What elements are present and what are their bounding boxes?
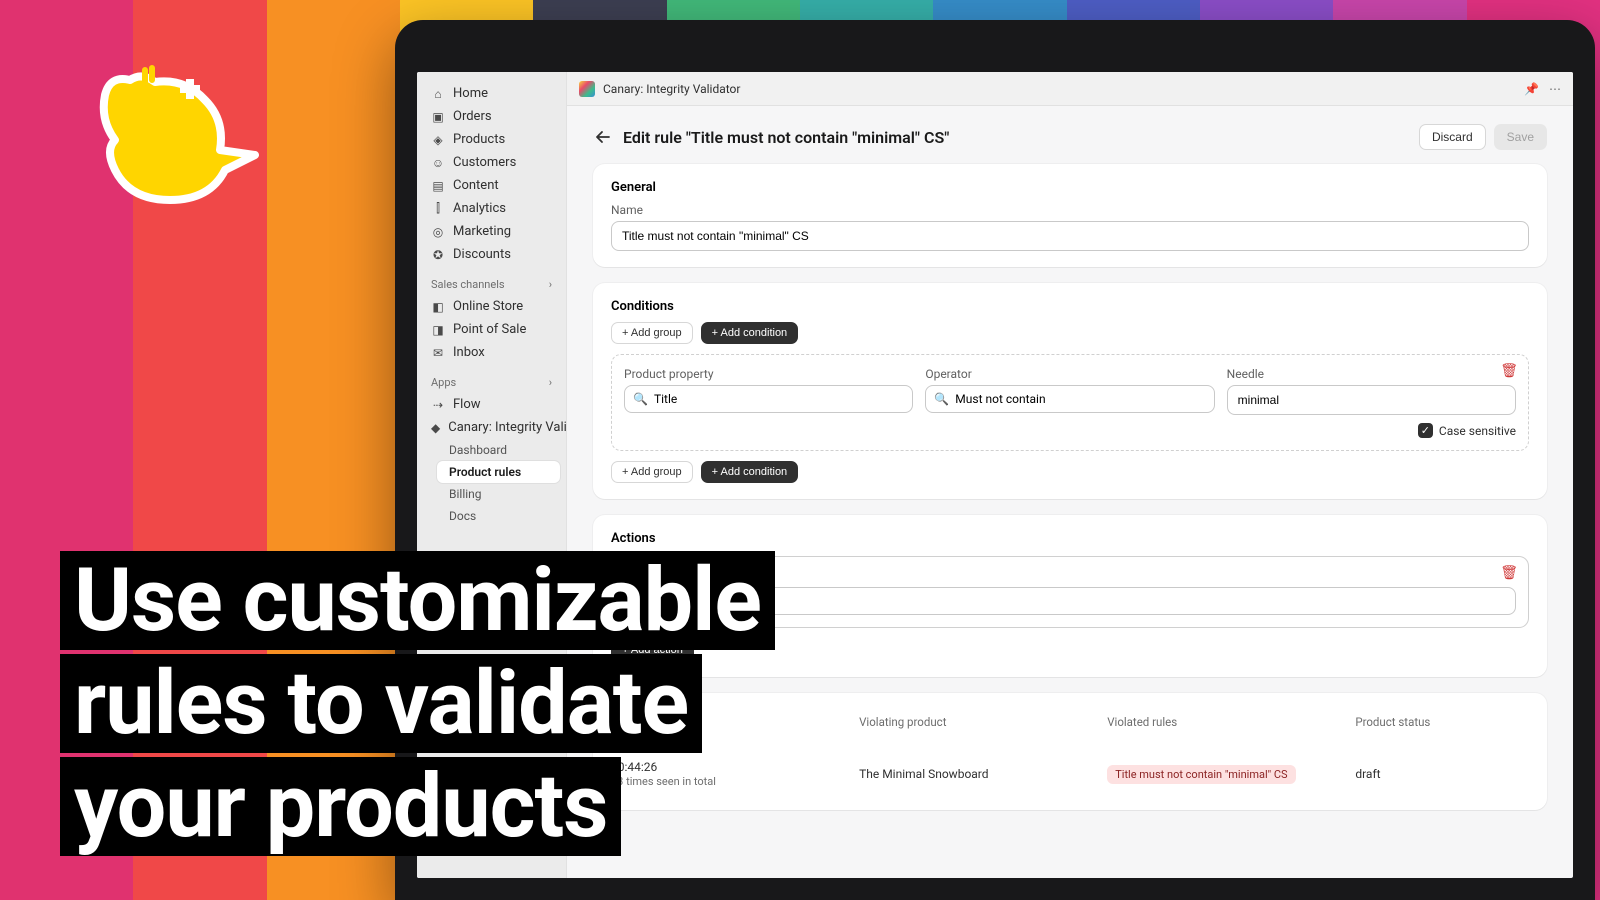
general-heading: General <box>611 180 1529 195</box>
nav-point-of-sale[interactable]: ◨ Point of Sale <box>423 318 560 341</box>
nav-label: Home <box>453 86 488 101</box>
nav-label: Content <box>453 178 499 193</box>
nav-label: Canary: Integrity Validator <box>448 420 567 435</box>
search-icon: 🔍 <box>633 392 648 406</box>
nav-icon: ◨ <box>431 323 445 337</box>
product-property-label: Product property <box>624 367 913 381</box>
nav-icon: ✉ <box>431 346 445 360</box>
app-icon <box>579 81 595 97</box>
nav-inbox[interactable]: ✉ Inbox <box>423 341 560 364</box>
conditions-heading: Conditions <box>611 299 1529 314</box>
rule-name-input[interactable] <box>611 221 1529 251</box>
nav-icon: ⇢ <box>431 398 445 412</box>
add-group-button[interactable]: + Add group <box>611 322 693 344</box>
subnav-product-rules[interactable]: Product rules <box>437 461 560 483</box>
operator-select[interactable]: 🔍 Must not contain <box>925 385 1214 413</box>
nav-flow[interactable]: ⇢ Flow <box>423 393 560 416</box>
page-title: Edit rule "Title must not contain "minim… <box>623 128 949 147</box>
nav-label: Orders <box>453 109 492 124</box>
needle-input[interactable] <box>1227 385 1516 415</box>
needle-label: Needle <box>1227 367 1516 381</box>
add-group-button-2[interactable]: + Add group <box>611 461 693 483</box>
violated-rule-badge: Title must not contain "minimal" CS <box>1107 765 1295 784</box>
add-condition-button[interactable]: + Add condition <box>701 322 799 344</box>
app-name: Canary: Integrity Validator <box>603 82 740 96</box>
name-label: Name <box>611 203 1529 217</box>
marketing-headline: Use customizable rules to validate your … <box>60 551 775 860</box>
delete-action-icon[interactable]: 🗑 <box>1500 565 1518 581</box>
search-icon: 🔍 <box>934 392 949 406</box>
nav-label: Inbox <box>453 345 485 360</box>
nav-label: Online Store <box>453 299 523 314</box>
chevron-right-icon: › <box>549 376 552 389</box>
canary-bird-logo <box>60 40 260 240</box>
case-sensitive-checkbox[interactable]: ✓ <box>1418 423 1433 438</box>
nav-icon: ▣ <box>431 110 445 124</box>
nav-label: Point of Sale <box>453 322 526 337</box>
subnav-billing[interactable]: Billing <box>437 483 560 505</box>
nav-label: Products <box>453 132 505 147</box>
operator-label: Operator <box>925 367 1214 381</box>
back-button[interactable] <box>593 127 613 147</box>
chevron-right-icon: › <box>549 278 552 291</box>
save-button[interactable]: Save <box>1494 124 1547 150</box>
nav-home[interactable]: ⌂ Home <box>423 82 560 105</box>
nav-online-store[interactable]: ◧ Online Store <box>423 295 560 318</box>
product-property-select[interactable]: 🔍 Title <box>624 385 913 413</box>
delete-condition-icon[interactable]: 🗑 <box>1500 363 1518 379</box>
nav-icon: ☺ <box>431 156 445 170</box>
col-violated-rules: Violated rules <box>1107 715 1355 729</box>
actions-heading: Actions <box>611 531 1529 546</box>
nav-discounts[interactable]: ✪ Discounts <box>423 243 560 266</box>
nav-products[interactable]: ◈ Products <box>423 128 560 151</box>
subnav-dashboard[interactable]: Dashboard <box>437 439 560 461</box>
pin-icon[interactable]: 📌 <box>1524 82 1539 96</box>
col-product-status: Product status <box>1355 715 1529 729</box>
general-card: General Name <box>593 164 1547 267</box>
nav-content[interactable]: ▤ Content <box>423 174 560 197</box>
apps-header[interactable]: Apps › <box>423 372 560 393</box>
discard-button[interactable]: Discard <box>1419 124 1486 150</box>
more-icon[interactable]: ⋯ <box>1549 82 1561 96</box>
case-sensitive-label: Case sensitive <box>1439 424 1516 438</box>
nav-icon: ◈ <box>431 133 445 147</box>
col-violating-product: Violating product <box>859 715 1107 729</box>
nav-icon: ✪ <box>431 248 445 262</box>
nav-icon: ◧ <box>431 300 445 314</box>
nav-icon: ◎ <box>431 225 445 239</box>
nav-icon: ⫿ <box>431 202 445 216</box>
subnav-docs[interactable]: Docs <box>437 505 560 527</box>
nav-label: Analytics <box>453 201 506 216</box>
conditions-card: Conditions + Add group + Add condition 🗑… <box>593 283 1547 499</box>
violating-product: The Minimal Snowboard <box>859 767 1107 781</box>
nav-label: Marketing <box>453 224 511 239</box>
product-status: draft <box>1355 767 1529 781</box>
nav-icon: ⌂ <box>431 87 445 101</box>
add-condition-button-2[interactable]: + Add condition <box>701 461 799 483</box>
nav-marketing[interactable]: ◎ Marketing <box>423 220 560 243</box>
nav-icon: ▤ <box>431 179 445 193</box>
nav-label: Discounts <box>453 247 511 262</box>
nav-label: Flow <box>453 397 481 412</box>
nav-canary-integrity-validator[interactable]: ◆Canary: Integrity Validator <box>423 416 560 439</box>
app-topbar: Canary: Integrity Validator 📌 ⋯ <box>567 72 1573 106</box>
sales-channels-header[interactable]: Sales channels › <box>423 274 560 295</box>
nav-analytics[interactable]: ⫿ Analytics <box>423 197 560 220</box>
condition-group: 🗑 Product property 🔍 Title Operator <box>611 354 1529 451</box>
nav-orders[interactable]: ▣ Orders <box>423 105 560 128</box>
nav-customers[interactable]: ☺ Customers <box>423 151 560 174</box>
nav-icon: ◆ <box>431 421 440 435</box>
nav-label: Customers <box>453 155 516 170</box>
